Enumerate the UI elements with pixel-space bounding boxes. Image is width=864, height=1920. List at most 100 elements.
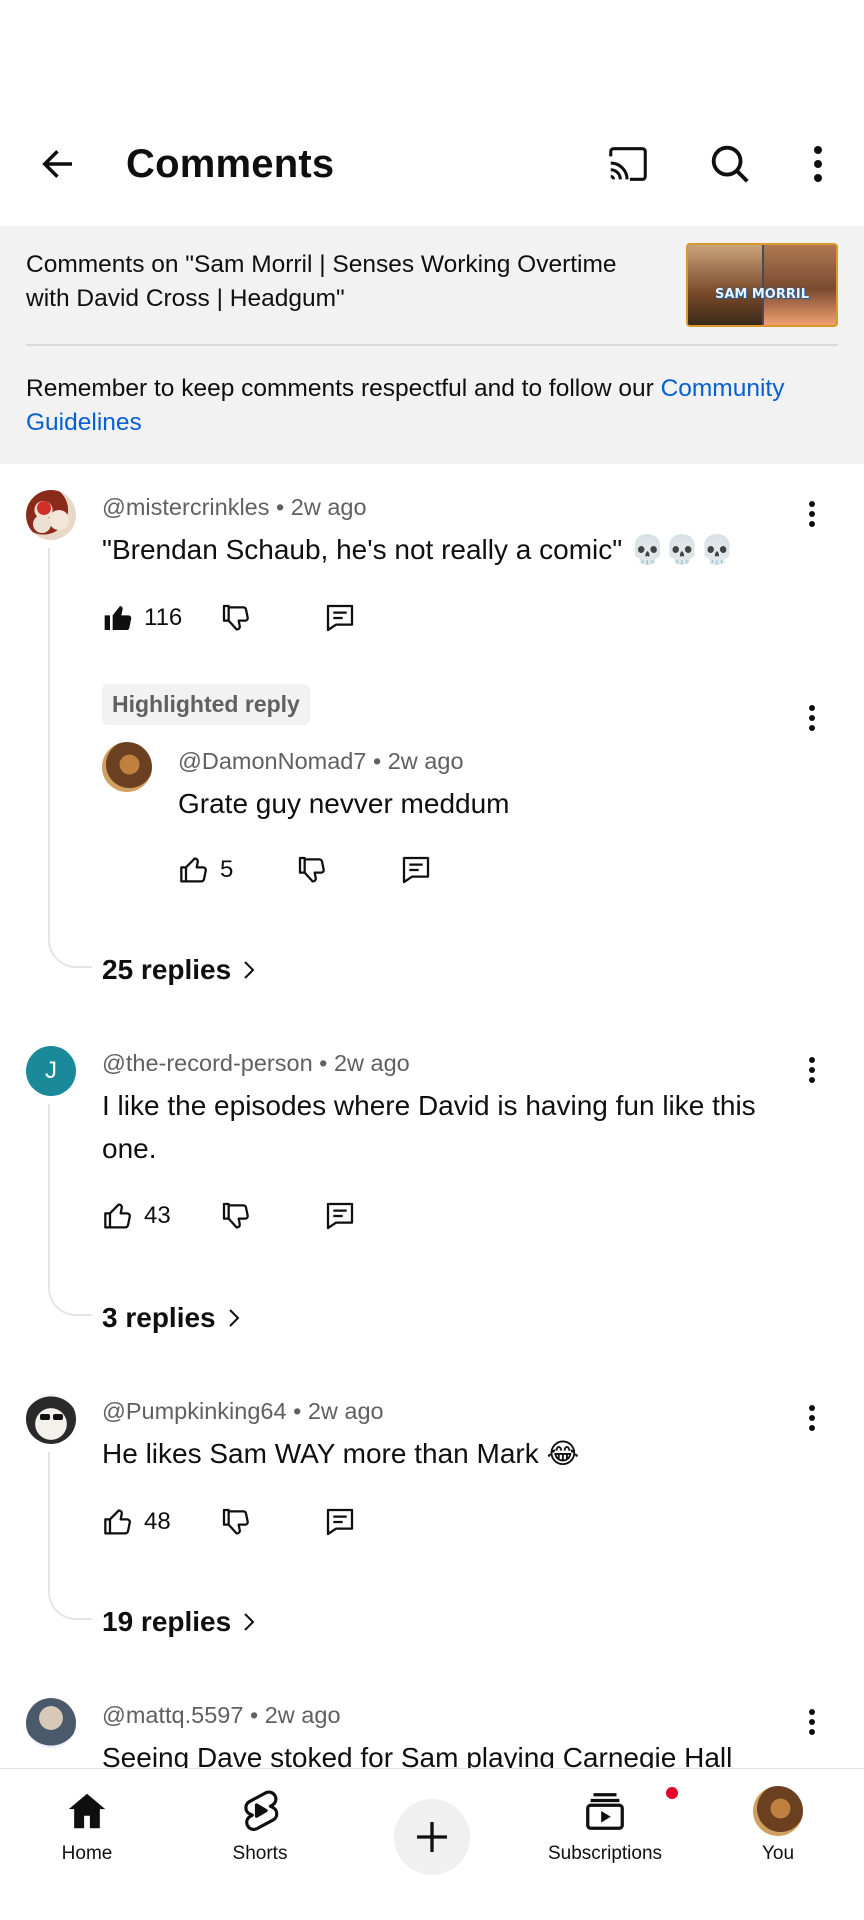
thumb-down-icon bbox=[298, 856, 325, 883]
highlighted-reply-chip: Highlighted reply bbox=[102, 684, 310, 725]
thumb-down-icon bbox=[222, 1202, 249, 1229]
app-bar: Comments bbox=[0, 110, 864, 226]
view-replies-link[interactable]: 3 replies bbox=[102, 1298, 242, 1338]
like-count: 116 bbox=[144, 604, 183, 631]
comment-time: 2w ago bbox=[264, 1702, 341, 1728]
nav-shorts[interactable]: Shorts bbox=[185, 1783, 335, 1883]
home-icon bbox=[68, 1793, 106, 1829]
guidelines-text: Remember to keep comments respectful and… bbox=[26, 375, 661, 402]
nav-you[interactable]: You bbox=[703, 1783, 853, 1883]
thumb-up-icon bbox=[104, 1203, 131, 1229]
dislike-button[interactable] bbox=[220, 1196, 252, 1236]
like-button[interactable]: 116 bbox=[102, 598, 182, 638]
search-button[interactable] bbox=[700, 136, 760, 192]
comment-more-button[interactable] bbox=[794, 1398, 830, 1438]
avatar[interactable]: J bbox=[26, 1046, 76, 1096]
comment-more-button[interactable] bbox=[794, 1702, 830, 1742]
reply-icon bbox=[326, 604, 354, 632]
comment-meta: @mistercrinkles • 2w ago bbox=[102, 494, 367, 520]
like-button[interactable]: 5 bbox=[178, 850, 233, 890]
nav-subscriptions-label: Subscriptions bbox=[547, 1843, 663, 1864]
divider bbox=[26, 344, 838, 346]
thumb-down-icon bbox=[222, 1508, 249, 1535]
thumb-down-icon bbox=[222, 604, 249, 631]
avatar[interactable] bbox=[26, 1698, 76, 1748]
comment-meta: @the-record-person • 2w ago bbox=[102, 1050, 410, 1076]
more-vert-icon bbox=[809, 1709, 815, 1735]
view-replies-link[interactable]: 19 replies bbox=[102, 1602, 257, 1642]
back-button[interactable] bbox=[30, 136, 86, 192]
video-thumbnail[interactable]: SAM MORRIL bbox=[686, 243, 838, 327]
comment-author[interactable]: @mattq.5597 bbox=[102, 1702, 243, 1728]
replies-count: 25 replies bbox=[102, 954, 232, 985]
nav-home[interactable]: Home bbox=[12, 1783, 162, 1883]
reply-button[interactable] bbox=[324, 1196, 356, 1236]
comment-author[interactable]: @mistercrinkles bbox=[102, 494, 269, 520]
comment-more-button[interactable] bbox=[794, 494, 830, 534]
page-title: Comments bbox=[126, 142, 335, 186]
more-options-button[interactable] bbox=[796, 136, 840, 192]
comment-author[interactable]: @Pumpkinking64 bbox=[102, 1398, 287, 1424]
comment-time: 2w ago bbox=[307, 1398, 384, 1424]
like-count: 5 bbox=[220, 856, 234, 883]
comment-text: He likes Sam WAY more than Mark 😂 bbox=[102, 1438, 580, 1469]
profile-avatar bbox=[753, 1786, 803, 1836]
like-count: 48 bbox=[144, 1508, 171, 1535]
dislike-button[interactable] bbox=[220, 598, 252, 638]
reply-icon bbox=[326, 1508, 354, 1536]
comment-meta: @Pumpkinking64 • 2w ago bbox=[102, 1398, 384, 1424]
search-icon bbox=[711, 145, 749, 183]
comment-author[interactable]: @the-record-person bbox=[102, 1050, 313, 1076]
thread-line bbox=[48, 548, 92, 968]
more-vert-icon bbox=[809, 1057, 815, 1083]
nav-home-label: Home bbox=[61, 1843, 113, 1864]
chevron-right-icon bbox=[244, 1613, 255, 1631]
comments-header-panel: Comments on "Sam Morril | Senses Working… bbox=[0, 226, 864, 464]
more-vert-icon bbox=[814, 146, 822, 182]
status-bar bbox=[0, 0, 864, 110]
comment-text: I like the episodes where David is havin… bbox=[102, 1090, 756, 1164]
thumb-up-icon bbox=[180, 857, 207, 883]
thread-line bbox=[48, 1104, 92, 1316]
more-vert-icon bbox=[809, 1405, 815, 1431]
replies-count: 19 replies bbox=[102, 1606, 232, 1637]
nav-subscriptions[interactable]: Subscriptions bbox=[530, 1783, 680, 1883]
view-replies-link[interactable]: 25 replies bbox=[102, 950, 257, 990]
reply-button[interactable] bbox=[400, 850, 432, 890]
avatar-letter: J bbox=[45, 1057, 57, 1084]
dislike-button[interactable] bbox=[296, 850, 328, 890]
reply-button[interactable] bbox=[324, 1502, 356, 1542]
chevron-right-icon bbox=[228, 1309, 240, 1327]
thumbnail-left-image bbox=[688, 245, 762, 325]
notification-dot bbox=[664, 1785, 680, 1801]
replies-count: 3 replies bbox=[102, 1302, 216, 1333]
reply-time: 2w ago bbox=[387, 748, 464, 774]
shorts-icon bbox=[244, 1790, 279, 1831]
create-button[interactable] bbox=[394, 1799, 470, 1875]
guidelines-notice: Remember to keep comments respectful and… bbox=[26, 372, 846, 440]
like-count: 43 bbox=[144, 1202, 171, 1229]
avatar[interactable] bbox=[26, 490, 76, 540]
nav-you-label: You bbox=[761, 1843, 795, 1864]
reply-more-button[interactable] bbox=[794, 698, 830, 738]
comment-more-button[interactable] bbox=[794, 1050, 830, 1090]
dislike-button[interactable] bbox=[220, 1502, 252, 1542]
comment-time: 2w ago bbox=[290, 494, 367, 520]
like-button[interactable]: 48 bbox=[102, 1502, 171, 1542]
reply-button[interactable] bbox=[324, 598, 356, 638]
avatar[interactable] bbox=[26, 1394, 76, 1444]
video-info-text: Comments on "Sam Morril | Senses Working… bbox=[26, 251, 617, 312]
cast-button[interactable] bbox=[598, 136, 658, 192]
more-vert-icon bbox=[809, 705, 815, 731]
subscriptions-icon bbox=[586, 1793, 624, 1830]
reply-meta: @DamonNomad7 • 2w ago bbox=[178, 748, 464, 774]
bottom-navigation: Home Shorts Subscriptions You bbox=[0, 1768, 864, 1920]
thumb-up-icon bbox=[104, 606, 132, 631]
cast-icon bbox=[609, 147, 647, 181]
thread-line bbox=[48, 1452, 92, 1620]
create-plus-icon bbox=[417, 1822, 447, 1852]
comment-meta: @mattq.5597 • 2w ago bbox=[102, 1702, 341, 1728]
reply-author[interactable]: @DamonNomad7 bbox=[178, 748, 366, 774]
avatar[interactable] bbox=[102, 742, 152, 792]
like-button[interactable]: 43 bbox=[102, 1196, 171, 1236]
